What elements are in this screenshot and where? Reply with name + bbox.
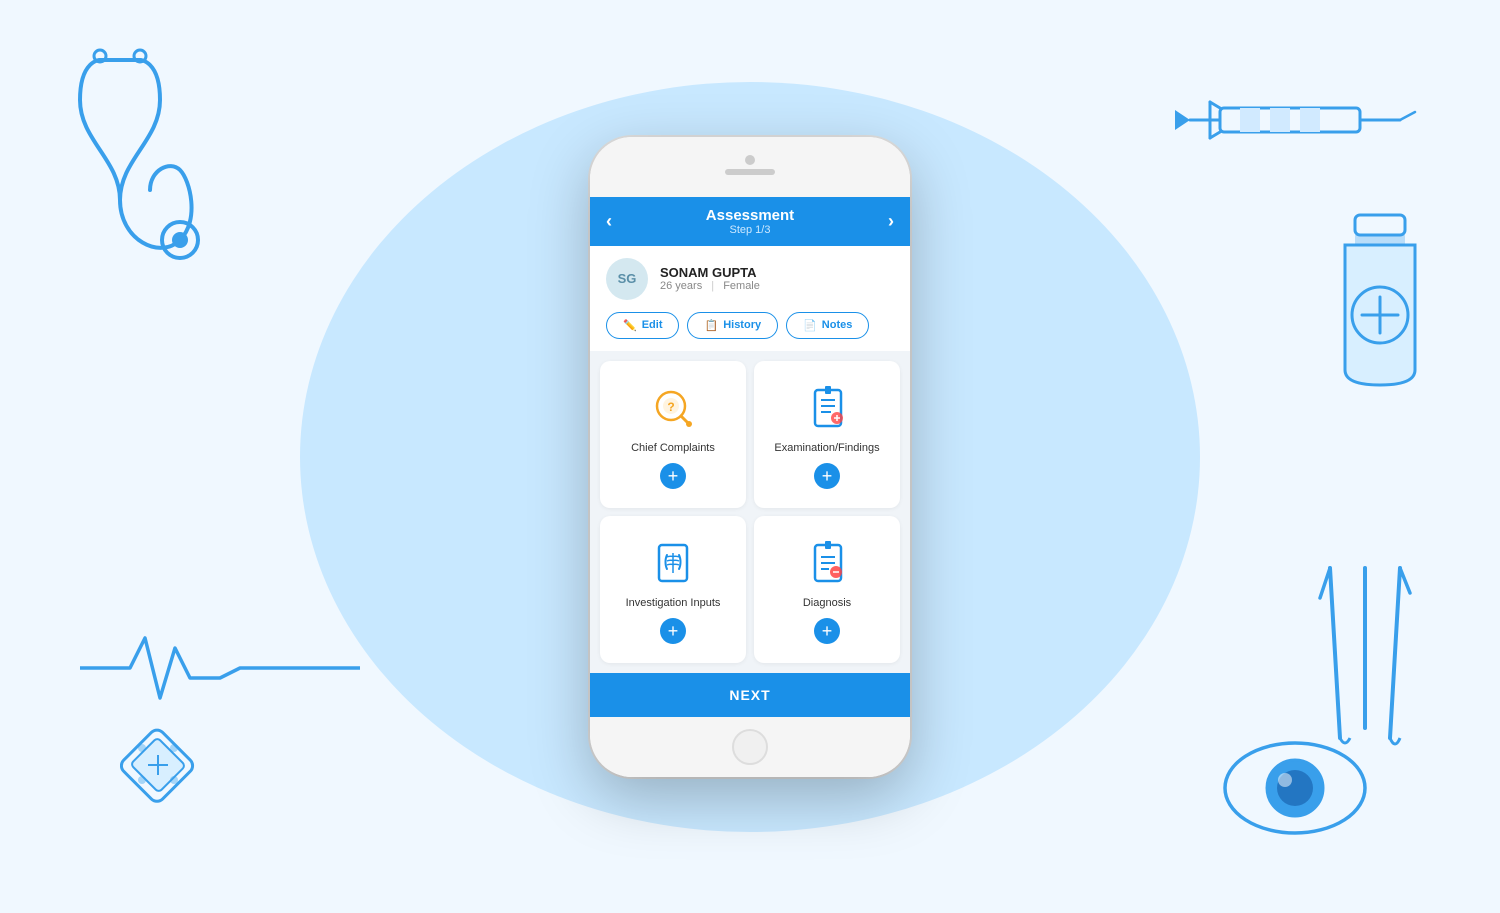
phone-top-bar bbox=[590, 137, 910, 197]
assessment-header: ‹ Assessment Step 1/3 › bbox=[590, 197, 910, 246]
examination-findings-label: Examination/Findings bbox=[774, 441, 879, 455]
investigation-inputs-card[interactable]: Investigation Inputs + bbox=[600, 516, 746, 663]
notes-icon: 📄 bbox=[803, 319, 817, 332]
chief-complaints-add-button[interactable]: + bbox=[660, 463, 686, 489]
patient-avatar: SG bbox=[606, 258, 648, 300]
forward-arrow[interactable]: › bbox=[888, 211, 894, 232]
separator: | bbox=[711, 280, 714, 292]
phone-camera bbox=[745, 155, 755, 165]
chief-complaints-icon: ? bbox=[648, 383, 698, 433]
heartbeat-icon bbox=[80, 628, 360, 713]
diagnosis-label: Diagnosis bbox=[803, 596, 851, 610]
back-arrow[interactable]: ‹ bbox=[606, 211, 612, 232]
diagnosis-add-button[interactable]: + bbox=[814, 618, 840, 644]
investigation-inputs-icon bbox=[648, 538, 698, 588]
patient-card: SG SONAM GUPTA 26 years | Female bbox=[590, 246, 910, 312]
next-button[interactable]: NEXT bbox=[590, 673, 910, 717]
edit-icon: ✏️ bbox=[623, 319, 637, 332]
history-icon: 📋 bbox=[704, 319, 718, 332]
svg-text:?: ? bbox=[667, 400, 674, 414]
assessment-title-block: Assessment Step 1/3 bbox=[706, 207, 794, 236]
patient-name: SONAM GUPTA bbox=[660, 265, 760, 280]
chief-complaints-label: Chief Complaints bbox=[631, 441, 715, 455]
home-button[interactable] bbox=[732, 729, 768, 765]
assessment-title: Assessment bbox=[706, 207, 794, 224]
dental-tools-icon bbox=[1300, 558, 1420, 763]
action-buttons-row: ✏️ Edit 📋 History 📄 Notes bbox=[590, 312, 910, 351]
examination-findings-add-button[interactable]: + bbox=[814, 463, 840, 489]
diagnosis-icon bbox=[802, 538, 852, 588]
patient-age: 26 years bbox=[660, 280, 702, 292]
patient-gender: Female bbox=[723, 280, 760, 292]
history-button[interactable]: 📋 History bbox=[687, 312, 778, 339]
examination-findings-icon bbox=[802, 383, 852, 433]
patient-info: SONAM GUPTA 26 years | Female bbox=[660, 265, 760, 292]
diagnosis-card[interactable]: Diagnosis + bbox=[754, 516, 900, 663]
assessment-grid: ? Chief Complaints + bbox=[590, 351, 910, 673]
phone-screen: ‹ Assessment Step 1/3 › SG SONAM GUPTA 2… bbox=[590, 137, 910, 777]
phone-bottom-bar bbox=[590, 717, 910, 777]
notes-button[interactable]: 📄 Notes bbox=[786, 312, 869, 339]
edit-button-label: Edit bbox=[642, 319, 663, 331]
phone-speaker bbox=[725, 169, 775, 175]
assessment-step: Step 1/3 bbox=[706, 224, 794, 236]
phone-device: ‹ Assessment Step 1/3 › SG SONAM GUPTA 2… bbox=[590, 137, 910, 777]
syringe-icon bbox=[1160, 80, 1420, 165]
medicine-bottle-icon bbox=[1320, 200, 1440, 405]
history-button-label: History bbox=[723, 319, 761, 331]
bandage-icon bbox=[120, 708, 260, 833]
investigation-inputs-add-button[interactable]: + bbox=[660, 618, 686, 644]
examination-findings-card[interactable]: Examination/Findings + bbox=[754, 361, 900, 508]
chief-complaints-card[interactable]: ? Chief Complaints + bbox=[600, 361, 746, 508]
notes-button-label: Notes bbox=[822, 319, 853, 331]
patient-details: 26 years | Female bbox=[660, 280, 760, 292]
stethoscope-icon bbox=[60, 40, 260, 345]
edit-button[interactable]: ✏️ Edit bbox=[606, 312, 679, 339]
investigation-inputs-label: Investigation Inputs bbox=[626, 596, 721, 610]
app-content: ‹ Assessment Step 1/3 › SG SONAM GUPTA 2… bbox=[590, 197, 910, 717]
